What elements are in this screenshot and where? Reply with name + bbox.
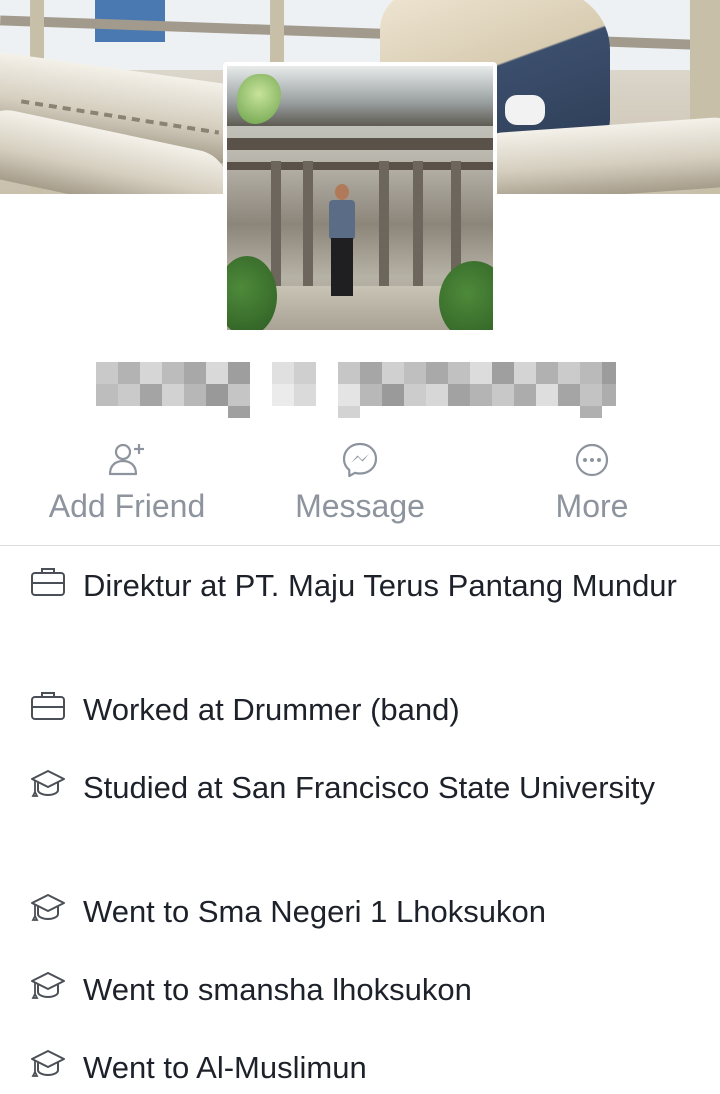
pixel	[360, 362, 382, 384]
pixel	[338, 384, 360, 406]
photo-person	[335, 184, 349, 200]
pixel	[360, 384, 382, 406]
pixel	[206, 384, 228, 406]
pixel	[96, 362, 118, 384]
graduation-cap-icon	[31, 770, 65, 797]
pixel	[294, 384, 316, 406]
photo-bush	[439, 261, 493, 330]
pixel	[294, 362, 316, 384]
pixel	[184, 362, 206, 384]
pixel	[404, 362, 426, 384]
messenger-icon	[342, 442, 378, 478]
pixel	[118, 384, 140, 406]
intro-item-text: Direktur at PT. Maju Terus Pantang Mundu…	[83, 568, 677, 603]
pixel	[382, 362, 404, 384]
intro-item-text: Studied at San Francisco State Universit…	[83, 770, 656, 805]
pixel	[140, 384, 162, 406]
pixel	[470, 384, 492, 406]
photo-bush	[227, 256, 277, 330]
photo-person	[331, 238, 353, 296]
graduation-cap-icon	[31, 972, 65, 999]
more-label: More	[555, 488, 629, 524]
intro-item-text: Went to Sma Negeri 1 Lhoksukon	[83, 894, 546, 929]
pixel	[184, 384, 206, 406]
pixel	[272, 362, 294, 384]
more-button[interactable]: More	[532, 436, 652, 544]
profile-name-redacted	[96, 358, 616, 418]
message-label: Message	[295, 488, 425, 524]
pixel	[426, 384, 448, 406]
pixel	[228, 406, 250, 418]
intro-item-text: Went to smansha lhoksukon	[83, 972, 472, 1007]
briefcase-icon	[31, 692, 65, 720]
pixel	[206, 362, 228, 384]
graduation-cap-icon	[31, 1050, 65, 1077]
intro-item-text: Went to Al-Muslimun	[83, 1050, 367, 1085]
pixel	[338, 406, 360, 418]
pixel	[448, 384, 470, 406]
pixel	[492, 384, 514, 406]
photo-person	[329, 200, 355, 240]
profile-actions-bar: Add Friend Message More	[0, 436, 720, 546]
pixel	[602, 384, 616, 406]
pixel	[514, 384, 536, 406]
pixel	[96, 384, 118, 406]
pixel	[536, 384, 558, 406]
pixel	[536, 362, 558, 384]
pixel	[228, 362, 250, 384]
profile-photo	[227, 66, 493, 330]
pixel	[580, 406, 602, 418]
briefcase-icon	[31, 568, 65, 596]
pixel	[580, 362, 602, 384]
pixel	[140, 362, 162, 384]
pixel	[338, 362, 360, 384]
pixel	[118, 362, 140, 384]
pixel	[448, 362, 470, 384]
cover-glove	[505, 95, 545, 125]
add-friend-icon	[108, 443, 144, 476]
pixel	[602, 362, 616, 384]
pixel	[470, 362, 492, 384]
pixel	[162, 362, 184, 384]
photo-beam	[227, 138, 493, 150]
pixel	[514, 362, 536, 384]
pixel	[404, 384, 426, 406]
intro-item-text: Worked at Drummer (band)	[83, 692, 460, 727]
pixel	[492, 362, 514, 384]
pixel	[228, 384, 250, 406]
graduation-cap-icon	[31, 894, 65, 921]
pixel	[558, 362, 580, 384]
pixel	[558, 384, 580, 406]
message-button[interactable]: Message	[270, 436, 450, 544]
more-icon	[575, 443, 609, 477]
pixel	[382, 384, 404, 406]
pixel	[426, 362, 448, 384]
profile-picture[interactable]	[223, 62, 497, 334]
pixel	[272, 384, 294, 406]
pixel	[580, 384, 602, 406]
add-friend-label: Add Friend	[48, 488, 206, 524]
add-friend-button[interactable]: Add Friend	[32, 436, 222, 544]
pixel	[162, 384, 184, 406]
